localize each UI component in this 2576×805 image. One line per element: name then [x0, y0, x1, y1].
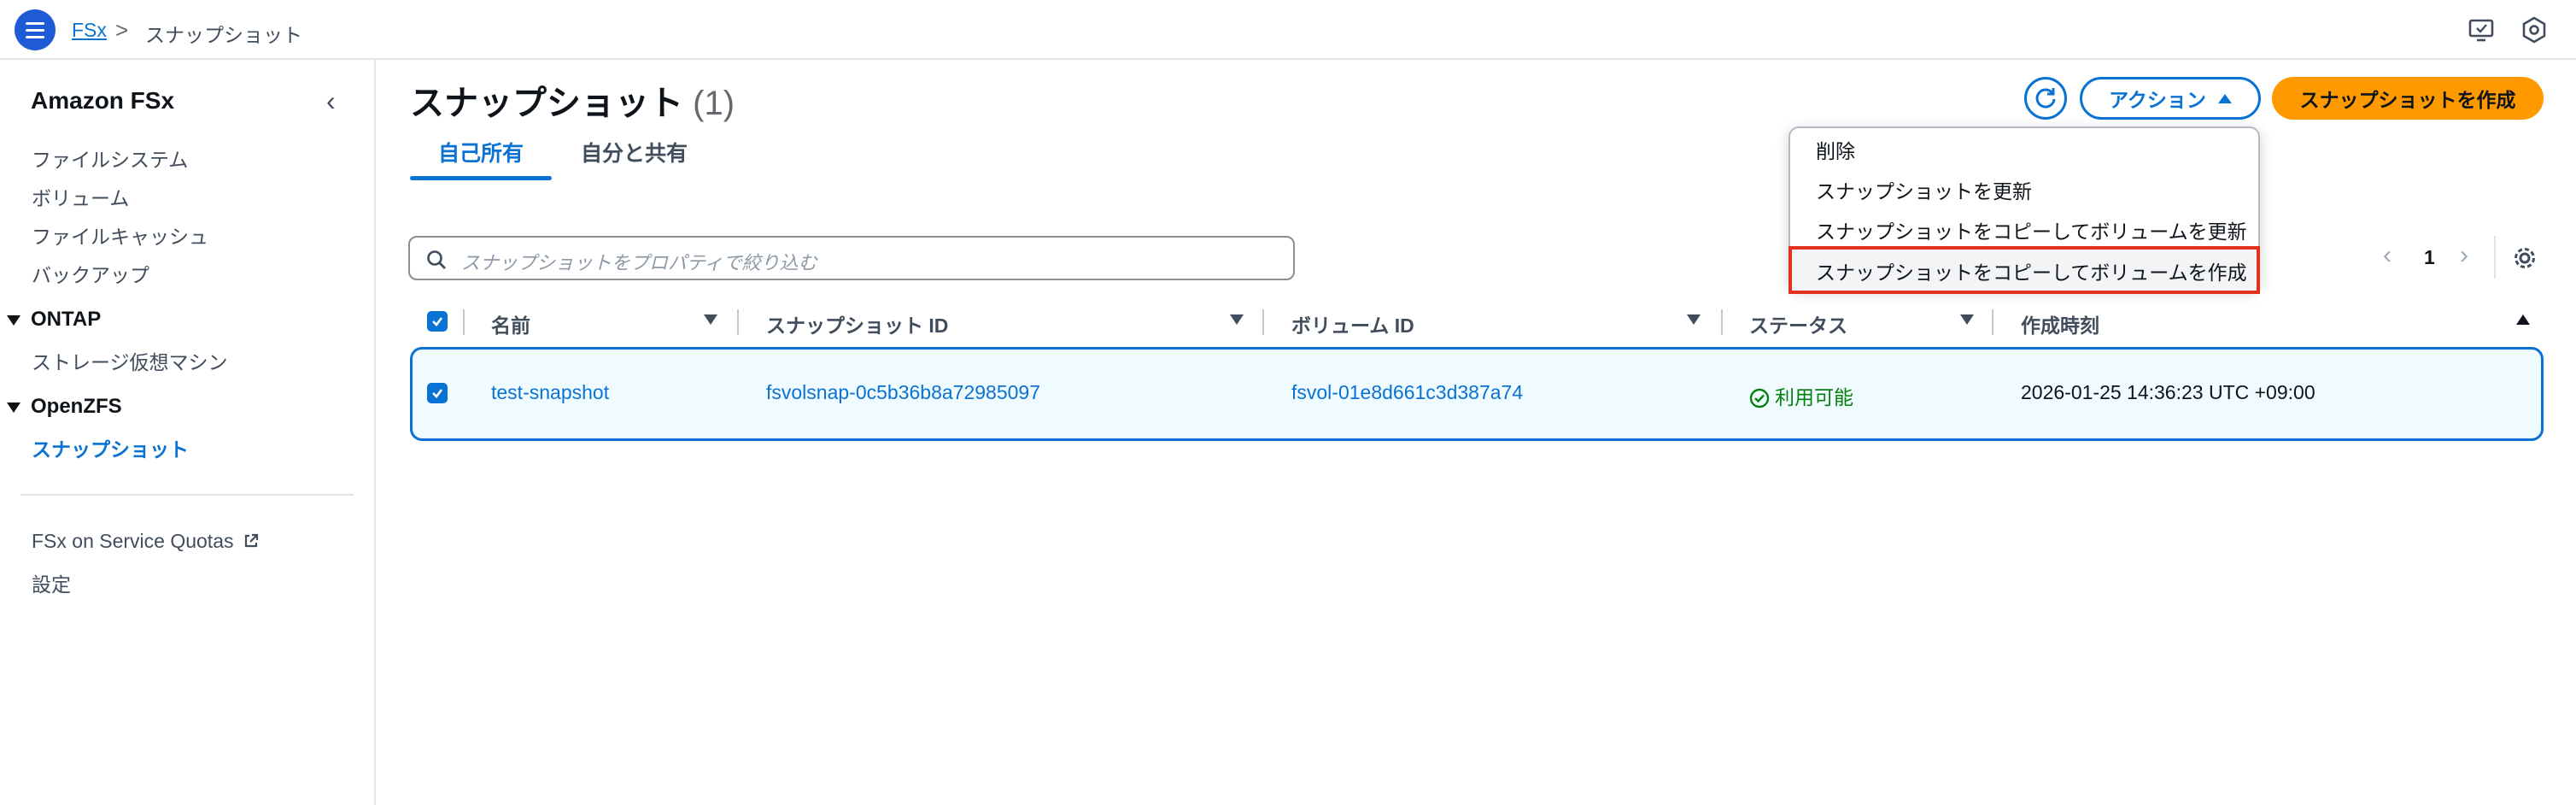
- column-header-snapshot-id[interactable]: スナップショット ID: [766, 309, 948, 338]
- sidebar-item-file-caches[interactable]: ファイルキャッシュ: [32, 220, 208, 250]
- sidebar-divider: [20, 494, 354, 496]
- menu-icon[interactable]: [15, 9, 56, 50]
- search-icon: [427, 250, 446, 269]
- column-header-created[interactable]: 作成時刻: [2021, 309, 2099, 338]
- sort-icon[interactable]: [1960, 314, 1974, 325]
- menu-item-update-snapshot[interactable]: スナップショットを更新: [1816, 175, 2032, 204]
- refresh-button[interactable]: [2024, 77, 2067, 120]
- caret-down-icon: [7, 402, 20, 413]
- sidebar-item-service-quotas[interactable]: FSx on Service Quotas: [32, 530, 260, 553]
- page-title: スナップショット (1): [410, 85, 735, 122]
- menu-item-copy-create-volume[interactable]: スナップショットをコピーしてボリュームを作成: [1816, 256, 2247, 285]
- pager-divider: [2494, 236, 2496, 279]
- next-page-icon[interactable]: ›: [2460, 243, 2468, 268]
- sort-icon[interactable]: [1687, 314, 1701, 325]
- status-badge: 利用可能: [1749, 381, 1853, 410]
- row-checkbox[interactable]: [427, 383, 448, 403]
- sidebar-section-ontap[interactable]: ONTAP: [7, 308, 101, 332]
- gear-icon[interactable]: [2511, 244, 2538, 272]
- menu-item-delete[interactable]: 削除: [1816, 135, 1855, 164]
- column-divider: [1992, 309, 1993, 335]
- sidebar-item-snapshots[interactable]: スナップショット: [32, 433, 189, 462]
- select-all-checkbox[interactable]: [427, 311, 448, 332]
- sidebar-item-backups[interactable]: バックアップ: [32, 259, 149, 288]
- actions-button[interactable]: アクション: [2080, 77, 2261, 120]
- column-header-status[interactable]: ステータス: [1749, 309, 1847, 338]
- column-divider: [463, 309, 465, 335]
- sidebar-item-volumes[interactable]: ボリューム: [32, 182, 129, 211]
- settings-hexagon-icon[interactable]: [2520, 15, 2549, 44]
- check-circle-icon: [1749, 388, 1770, 408]
- sidebar-section-openzfs[interactable]: OpenZFS: [7, 395, 122, 419]
- column-header-name[interactable]: 名前: [491, 309, 530, 338]
- caret-down-icon: [7, 314, 20, 326]
- create-snapshot-button[interactable]: スナップショットを作成: [2272, 77, 2544, 120]
- check-icon: [432, 317, 443, 326]
- external-link-icon: [244, 533, 258, 548]
- column-divider: [1262, 309, 1264, 335]
- column-header-volume-id[interactable]: ボリューム ID: [1291, 309, 1414, 338]
- sort-ascending-icon[interactable]: [2516, 314, 2530, 325]
- sidebar-item-svm[interactable]: ストレージ仮想マシン: [32, 346, 228, 375]
- sidebar-item-settings[interactable]: 設定: [32, 568, 71, 597]
- sort-icon[interactable]: [1230, 314, 1244, 325]
- snapshot-id-link[interactable]: fsvolsnap-0c5b36b8a72985097: [766, 381, 1040, 404]
- search-input[interactable]: スナップショットをプロパティで絞り込む: [408, 236, 1295, 280]
- column-divider: [737, 309, 739, 335]
- refresh-icon: [2035, 88, 2056, 109]
- tab-owned[interactable]: 自己所有: [410, 137, 552, 167]
- check-icon: [432, 389, 443, 398]
- search-placeholder: スナップショットをプロパティで絞り込む: [461, 252, 817, 273]
- breadcrumb-fsx-link[interactable]: FSx: [72, 19, 107, 42]
- volume-id-link[interactable]: fsvol-01e8d661c3d387a74: [1291, 381, 1523, 404]
- snapshot-count: (1): [693, 85, 735, 122]
- tab-shared[interactable]: 自分と共有: [581, 137, 688, 167]
- snapshot-name-link[interactable]: test-snapshot: [491, 381, 609, 404]
- breadcrumb-chevron-icon: >: [115, 17, 129, 43]
- top-bar: FSx > スナップショット: [0, 0, 2576, 60]
- breadcrumb-current: スナップショット: [145, 24, 302, 46]
- active-tab-indicator: [410, 176, 552, 180]
- side-navigation: Amazon FSx ‹ ファイルシステム ボリューム ファイルキャッシュ バッ…: [0, 60, 376, 805]
- previous-page-icon[interactable]: ‹: [2383, 243, 2392, 268]
- created-time: 2026-01-25 14:36:23 UTC +09:00: [2021, 381, 2315, 403]
- sidebar-title: Amazon FSx: [31, 87, 175, 114]
- sort-icon[interactable]: [704, 314, 717, 325]
- caret-up-icon: [2217, 93, 2232, 103]
- menu-item-copy-update-volume[interactable]: スナップショットをコピーしてボリュームを更新: [1816, 215, 2247, 244]
- monitor-icon[interactable]: [2467, 15, 2496, 44]
- current-page-number[interactable]: 1: [2424, 246, 2435, 269]
- sidebar-item-file-systems[interactable]: ファイルシステム: [32, 144, 188, 173]
- column-divider: [1721, 309, 1723, 335]
- collapse-sidebar-icon[interactable]: ‹: [326, 87, 336, 115]
